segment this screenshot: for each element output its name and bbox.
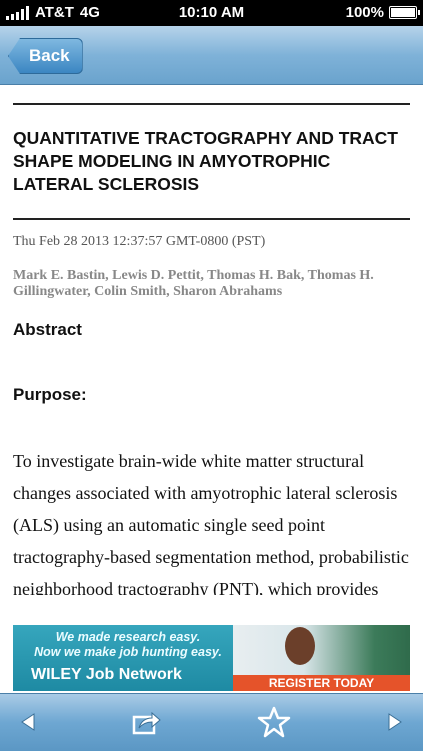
navigation-bar: Back: [0, 26, 423, 85]
ad-banner[interactable]: We made research easy. Now we make job h…: [13, 625, 410, 691]
article-title: QUANTITATIVE TRACTOGRAPHY AND TRACT SHAP…: [13, 128, 398, 194]
star-icon[interactable]: [254, 702, 294, 742]
back-arrow-icon[interactable]: [8, 702, 48, 742]
share-icon[interactable]: [127, 702, 167, 742]
article-content: QUANTITATIVE TRACTOGRAPHY AND TRACT SHAP…: [13, 84, 410, 595]
ad-register-button[interactable]: REGISTER TODAY: [233, 675, 410, 691]
ad-line-1: We made research easy.: [55, 630, 201, 644]
abstract-heading: Abstract: [13, 320, 82, 339]
status-bar: AT&T 4G 10:10 AM 100%: [0, 0, 423, 26]
back-button[interactable]: Back: [8, 38, 83, 74]
purpose-text: To investigate brain-wide white matter s…: [13, 451, 409, 595]
battery-percent: 100%: [345, 4, 384, 21]
divider: [13, 103, 410, 105]
forward-arrow-icon[interactable]: [375, 702, 415, 742]
ad-person-image: [285, 627, 315, 665]
article-authors: Mark E. Bastin, Lewis D. Pettit, Thomas …: [13, 268, 374, 299]
ad-photo: [233, 625, 410, 675]
purpose-heading: Purpose:: [13, 385, 87, 404]
divider: [13, 218, 410, 220]
article-date: Thu Feb 28 2013 12:37:57 GMT-0800 (PST): [13, 234, 266, 249]
battery-icon: [389, 6, 420, 19]
ad-brand: WILEY Job Network: [31, 666, 182, 683]
ad-line-2: Now we make job hunting easy.: [34, 645, 222, 659]
bottom-toolbar: [0, 693, 423, 751]
